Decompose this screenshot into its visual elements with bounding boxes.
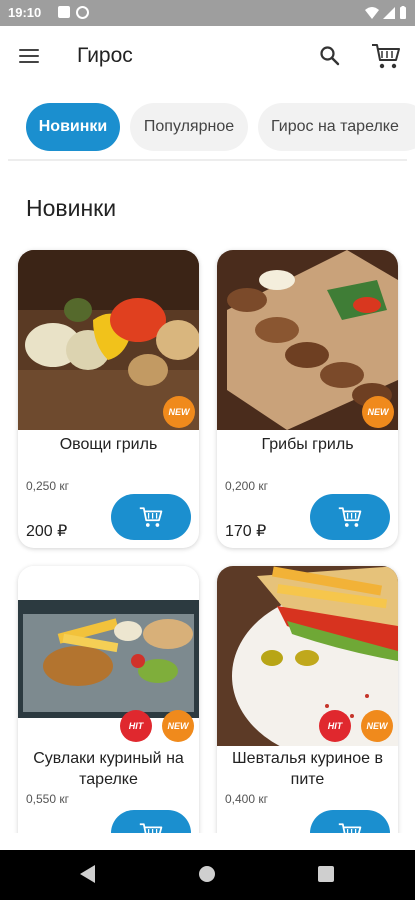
product-card[interactable]: HIT NEW Сувлаки куриный на тарелке 0,550… — [18, 566, 199, 864]
search-icon — [320, 46, 340, 66]
tabs-divider — [8, 159, 407, 161]
add-to-cart-button[interactable] — [111, 494, 191, 540]
new-badge: NEW — [162, 710, 194, 742]
search-button[interactable] — [318, 44, 344, 70]
system-icons — [365, 6, 407, 19]
signal-icon — [383, 6, 395, 19]
notification-icons — [58, 6, 89, 19]
product-name: Сувлаки куриный на тарелке — [33, 750, 184, 788]
wifi-icon — [365, 6, 379, 19]
add-to-cart-button[interactable] — [310, 494, 390, 540]
status-bar: 19:10 — [0, 0, 415, 26]
home-icon[interactable] — [199, 866, 215, 882]
product-price: 200 ₽ — [26, 523, 68, 540]
new-badge: NEW — [361, 710, 393, 742]
new-badge: NEW — [163, 396, 195, 428]
tab-gyros-plate[interactable]: Гирос на тарелке — [258, 103, 415, 151]
category-tabs: Новинки Популярное Гирос на тарелке — [0, 96, 415, 160]
product-name: Грибы гриль — [261, 436, 354, 453]
product-card[interactable]: NEW Грибы гриль 0,200 кг 170 ₽ — [217, 250, 398, 548]
product-weight: 0,550 кг — [26, 792, 69, 806]
sd-card-icon — [58, 6, 70, 18]
product-card[interactable]: NEW Овощи гриль 0,250 кг 200 ₽ — [18, 250, 199, 548]
hit-badge: HIT — [319, 710, 351, 742]
section-title: Новинки — [26, 195, 117, 221]
cart-icon — [372, 44, 400, 69]
cart-button[interactable] — [370, 41, 402, 71]
menu-button[interactable] — [19, 45, 41, 65]
system-nav-bar — [0, 850, 415, 900]
product-card[interactable]: HIT NEW Шевталья куриное в пите 0,400 кг — [217, 566, 398, 864]
menu-icon — [19, 49, 41, 63]
cart-icon — [338, 507, 362, 527]
product-price: 170 ₽ — [225, 523, 267, 540]
product-name: Шевталья куриное в пите — [232, 750, 383, 788]
product-weight: 0,250 кг — [26, 479, 69, 493]
cart-icon — [139, 507, 163, 527]
product-weight: 0,200 кг — [225, 479, 268, 493]
content-bottom-edge — [0, 833, 415, 850]
battery-icon — [400, 6, 406, 19]
sync-icon — [76, 6, 89, 19]
recents-icon[interactable] — [318, 866, 334, 882]
back-icon[interactable] — [80, 865, 95, 883]
tab-new[interactable]: Новинки — [26, 103, 120, 151]
status-time: 19:10 — [8, 5, 42, 20]
tab-popular[interactable]: Популярное — [130, 103, 248, 151]
product-name: Овощи гриль — [59, 436, 158, 453]
new-badge: NEW — [362, 396, 394, 428]
hit-badge: HIT — [120, 710, 152, 742]
app-bar: Гирос — [0, 26, 415, 88]
page-title: Гирос — [77, 44, 133, 67]
product-weight: 0,400 кг — [225, 792, 268, 806]
